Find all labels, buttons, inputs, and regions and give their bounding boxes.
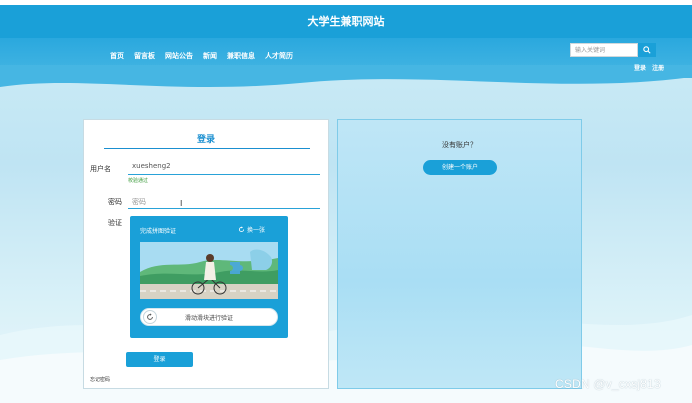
header-register-link[interactable]: 注册: [652, 65, 664, 72]
text-cursor-icon: I: [180, 199, 183, 208]
password-underline: [128, 208, 320, 209]
forgot-password-link[interactable]: 忘记密码: [90, 376, 110, 383]
site-title: 大学生兼职网站: [307, 15, 385, 28]
captcha-slider-text: 滑动滑块进行验证: [184, 315, 233, 322]
create-account-button[interactable]: 创建一个账户: [423, 160, 497, 175]
login-submit-button[interactable]: 登录: [126, 352, 193, 367]
login-panel: 登录 用户名 xuesheng2 校验通过 密码 密码 I 验证 完成拼图验证 …: [83, 119, 329, 389]
username-field[interactable]: xuesheng2: [132, 162, 171, 170]
search-button[interactable]: [638, 43, 656, 57]
nav-item-guestbook[interactable]: 留言板: [134, 51, 155, 61]
nav-item-resumes[interactable]: 人才简历: [265, 51, 293, 61]
username-label: 用户名: [90, 165, 111, 173]
search-icon: [643, 46, 651, 54]
nav-item-jobs[interactable]: 兼职信息: [227, 51, 255, 61]
captcha-scene-illustration: [140, 242, 278, 299]
password-label: 密码: [108, 198, 122, 206]
captcha-refresh-label: 换一张: [247, 227, 266, 234]
captcha-refresh-button[interactable]: 换一张: [238, 225, 265, 234]
nav-wave-decoration: [0, 65, 692, 87]
page-background: 大学生兼职网站 首页 留言板 网站公告 新闻 兼职信息 人才简历 输入关键词 登…: [0, 5, 692, 403]
auth-links: 登录 注册: [630, 63, 664, 72]
username-underline: [128, 174, 320, 175]
nav-item-announcements[interactable]: 网站公告: [165, 51, 193, 61]
register-panel: 没有账户？ 创建一个账户: [337, 119, 582, 389]
username-valid-hint: 校验通过: [128, 178, 149, 184]
search-input[interactable]: 输入关键词: [570, 43, 638, 57]
login-title: 登录: [196, 135, 215, 145]
main-nav: 首页 留言板 网站公告 新闻 兼职信息 人才简历: [110, 51, 303, 61]
captcha-slider-track[interactable]: 滑动滑块进行验证: [140, 308, 278, 326]
login-title-divider: [104, 148, 310, 149]
password-field[interactable]: 密码: [132, 197, 146, 207]
header-login-link[interactable]: 登录: [634, 65, 646, 72]
csdn-watermark: CSDN @v_cxsj813: [555, 377, 661, 391]
nav-item-home[interactable]: 首页: [110, 51, 124, 61]
captcha-heading: 完成拼图验证: [140, 228, 177, 235]
captcha-widget: 完成拼图验证 换一张 滑动滑块进行验证: [130, 216, 288, 338]
nav-item-news[interactable]: 新闻: [203, 51, 217, 61]
no-account-prompt: 没有账户？: [442, 141, 477, 149]
captcha-puzzle-image: [140, 242, 278, 299]
top-bar: 大学生兼职网站: [0, 5, 692, 38]
captcha-label: 验证: [108, 219, 122, 227]
refresh-icon: [238, 226, 245, 233]
